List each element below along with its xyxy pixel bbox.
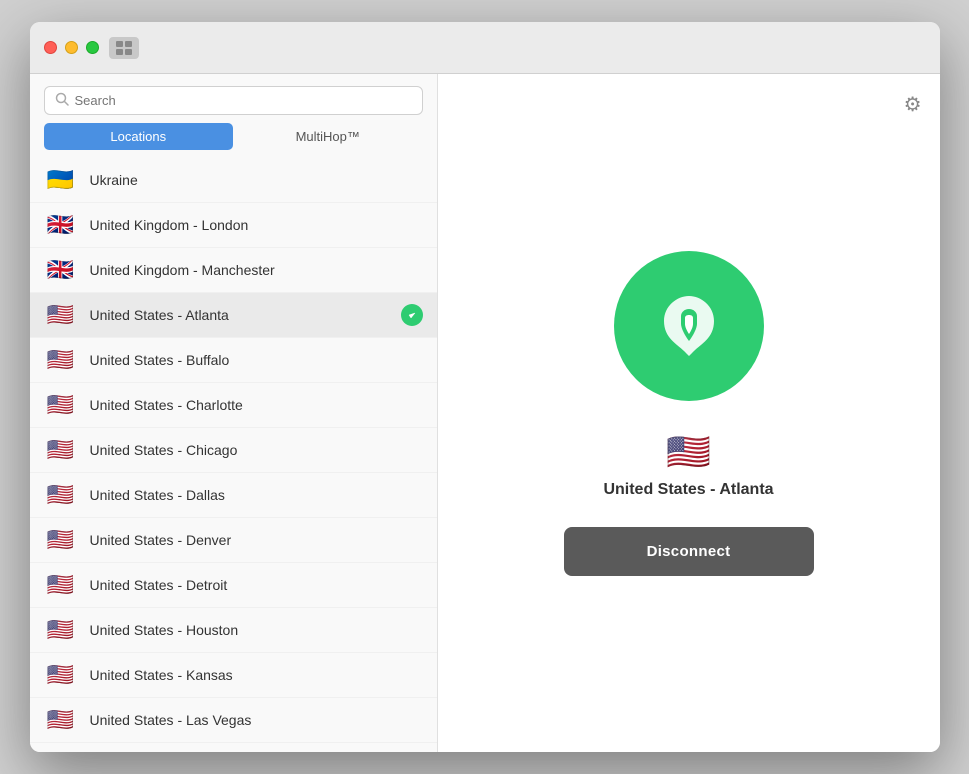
minimize-button[interactable] [65,41,78,54]
location-name-label: United States - Houston [90,622,423,638]
location-name-label: United States - Chicago [90,442,423,458]
list-item[interactable]: 🇬🇧 United Kingdom - London [30,203,437,248]
flag-icon: 🇺🇦 [44,168,78,192]
location-name-label: United States - Kansas [90,667,423,683]
list-item[interactable]: 🇺🇸 United States - Dallas [30,473,437,518]
location-name-label: United States - Las Vegas [90,712,423,728]
search-input[interactable] [75,93,412,108]
search-input-wrap [44,86,423,115]
list-item[interactable]: 🇺🇸 United States - Kansas [30,653,437,698]
connected-location-name: United States - Atlanta [603,481,773,499]
flag-icon: 🇺🇸 [44,438,78,462]
flag-icon: 🇬🇧 [44,258,78,282]
list-item[interactable]: 🇺🇸 United States - Atlanta [30,293,437,338]
list-item[interactable]: 🇺🇸 United States - Charlotte [30,383,437,428]
tab-locations[interactable]: Locations [44,123,234,150]
list-item[interactable]: 🇬🇧 United Kingdom - Manchester [30,248,437,293]
tab-multihop[interactable]: MultiHop™ [233,123,423,150]
flag-icon: 🇺🇸 [44,663,78,687]
settings-button[interactable]: ⚙ [904,92,922,117]
location-name-label: United States - Dallas [90,487,423,503]
location-name-label: United Kingdom - London [90,217,423,233]
active-indicator [401,304,423,326]
location-name-label: United Kingdom - Manchester [90,262,423,278]
list-item[interactable]: 🇺🇦 Ukraine [30,158,437,203]
tabs-container: Locations MultiHop™ [30,123,437,158]
right-panel: ⚙ 🇺🇸 United States - Atlanta Disconnect [438,74,940,752]
flag-icon: 🇺🇸 [44,573,78,597]
sidebar: Locations MultiHop™ 🇺🇦 Ukraine 🇬🇧 United Ki… [30,74,438,752]
search-icon [55,92,69,109]
list-item[interactable]: 🇺🇸 United States - Chicago [30,428,437,473]
flag-icon: 🇺🇸 [44,393,78,417]
surfshark-logo-icon [649,286,729,366]
flag-icon: 🇬🇧 [44,213,78,237]
vpn-logo [614,251,764,401]
list-item[interactable]: 🇺🇸United States - ... [30,743,437,752]
maximize-button[interactable] [86,41,99,54]
connected-location: 🇺🇸 United States - Atlanta [603,431,773,499]
location-name-label: United States - Charlotte [90,397,423,413]
search-bar [30,74,437,123]
app-window: Locations MultiHop™ 🇺🇦 Ukraine 🇬🇧 United Ki… [30,22,940,752]
location-name-label: United States - Detroit [90,577,423,593]
flag-icon: 🇺🇸 [44,528,78,552]
disconnect-button[interactable]: Disconnect [564,527,814,576]
list-item[interactable]: 🇺🇸 United States - Detroit [30,563,437,608]
location-name-label: United States - Denver [90,532,423,548]
flag-icon: 🇺🇸 [44,708,78,732]
connected-flag: 🇺🇸 [666,431,711,473]
flag-icon: 🇺🇸 [44,348,78,372]
location-name-label: United States - Buffalo [90,352,423,368]
flag-icon: 🇺🇸 [44,618,78,642]
flag-icon: 🇺🇸 [44,483,78,507]
main-content: Locations MultiHop™ 🇺🇦 Ukraine 🇬🇧 United Ki… [30,74,940,752]
location-name-label: United States - Atlanta [90,307,389,323]
location-name-label: Ukraine [90,172,423,188]
window-icon [109,37,139,59]
list-item[interactable]: 🇺🇸 United States - Buffalo [30,338,437,383]
list-item[interactable]: 🇺🇸 United States - Denver [30,518,437,563]
list-item[interactable]: 🇺🇸 United States - Las Vegas [30,698,437,743]
list-item[interactable]: 🇺🇸 United States - Houston [30,608,437,653]
traffic-lights [44,41,99,54]
location-list: 🇺🇦 Ukraine 🇬🇧 United Kingdom - London 🇬🇧 Unit… [30,158,437,752]
flag-icon: 🇺🇸 [44,303,78,327]
close-button[interactable] [44,41,57,54]
titlebar [30,22,940,74]
